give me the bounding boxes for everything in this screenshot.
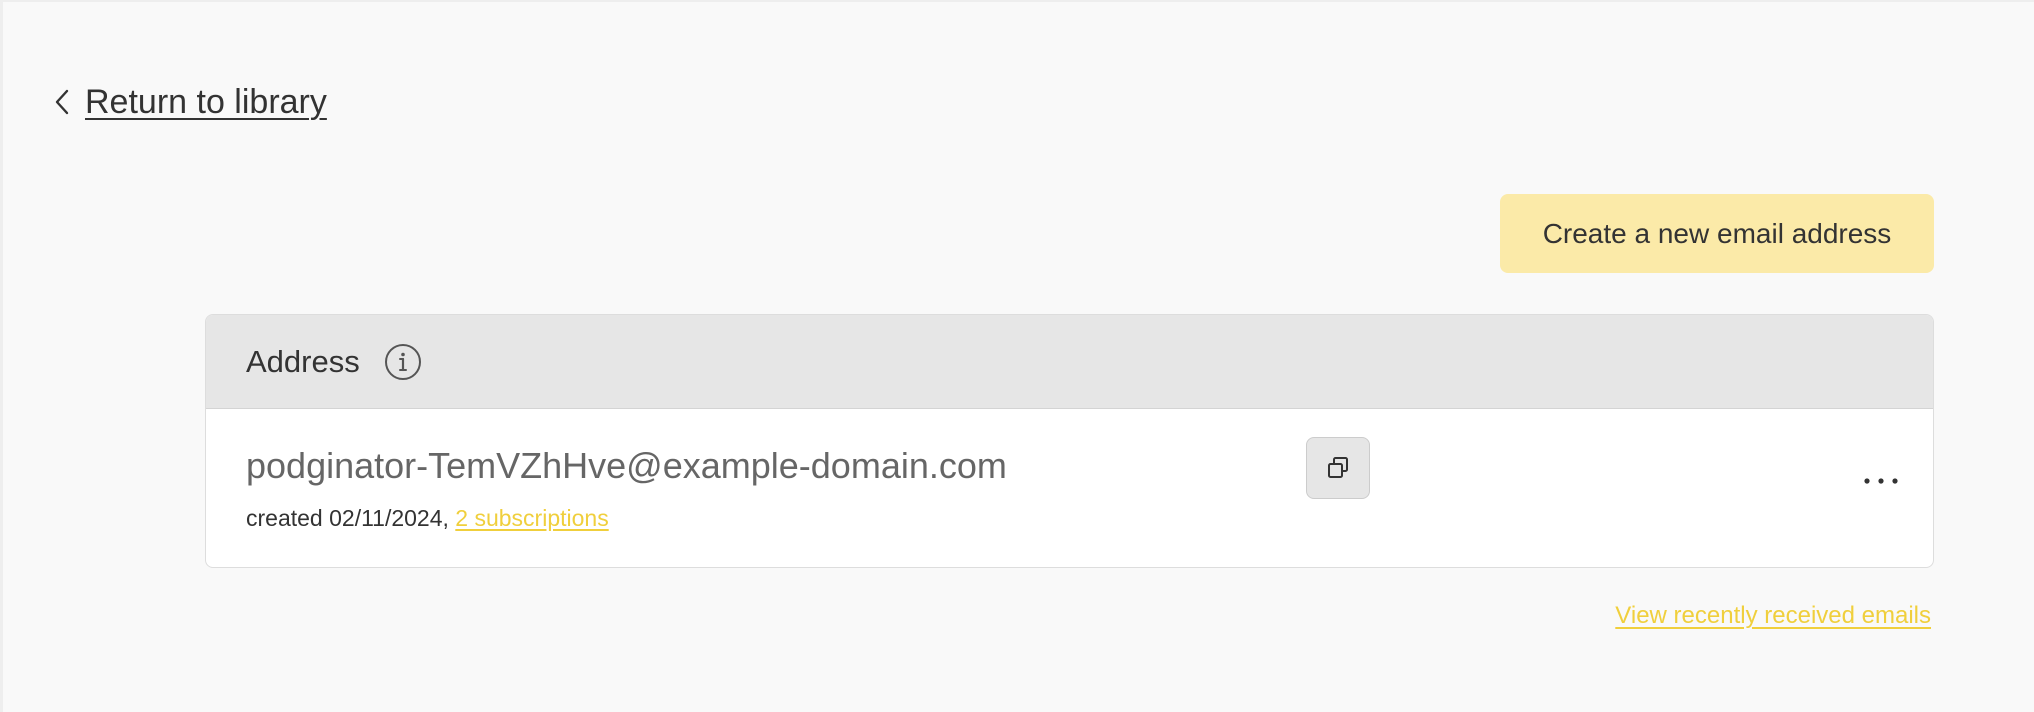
return-to-library-label: Return to library	[85, 82, 327, 121]
created-date-text: created 02/11/2024,	[246, 505, 449, 531]
subscriptions-link[interactable]: 2 subscriptions	[455, 505, 608, 531]
copy-email-button[interactable]	[1306, 437, 1370, 499]
address-column-title: Address	[246, 343, 360, 379]
info-icon[interactable]	[384, 343, 422, 381]
address-panel: Address podginator-TemVZhHve@example-dom…	[205, 314, 1934, 568]
view-recent-emails-link[interactable]: View recently received emails	[1615, 602, 1931, 630]
return-to-library-link[interactable]: Return to library	[53, 76, 327, 128]
copy-icon	[1325, 455, 1351, 481]
address-table-header: Address	[206, 315, 1933, 409]
create-email-address-button[interactable]: Create a new email address	[1500, 194, 1934, 273]
email-address-text: podginator-TemVZhHve@example-domain.com	[246, 445, 1007, 486]
address-row: podginator-TemVZhHve@example-domain.com …	[206, 409, 1933, 567]
address-meta: created 02/11/2024, 2 subscriptions	[246, 505, 609, 532]
more-options-icon[interactable]	[1859, 465, 1903, 497]
chevron-left-icon	[53, 87, 71, 117]
